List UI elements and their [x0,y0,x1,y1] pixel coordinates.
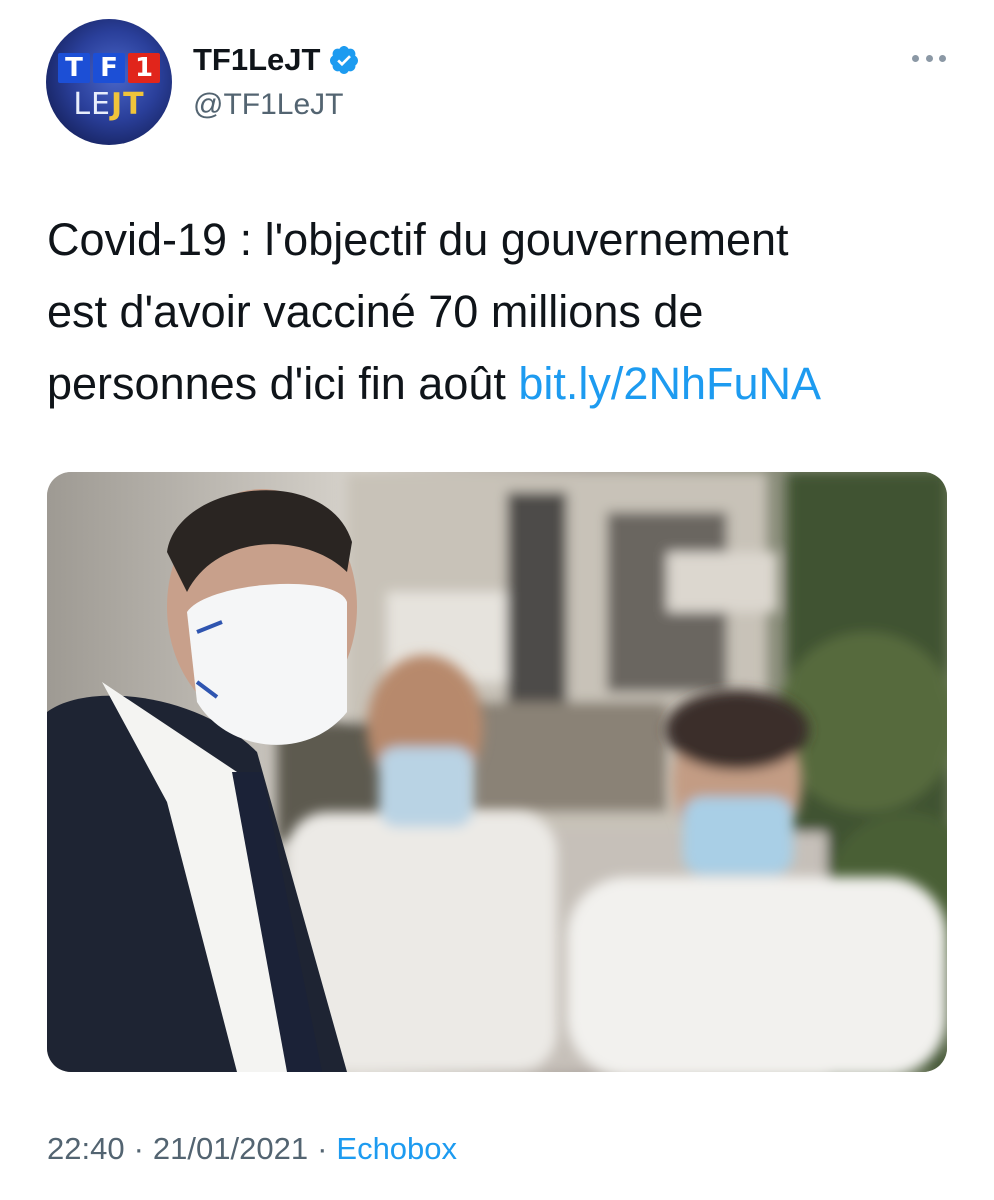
tweet-source[interactable]: Echobox [336,1131,457,1167]
avatar[interactable]: T F 1 LEJT [46,19,172,145]
separator: · [317,1131,328,1166]
separator: · [133,1131,144,1166]
handle[interactable]: @TF1LeJT [193,88,343,122]
display-name[interactable]: TF1LeJT [193,42,320,78]
verified-badge-icon [330,46,359,74]
author-name-row: TF1LeJT [193,40,360,80]
tweet-photo[interactable] [47,472,947,1072]
avatar-logo: T F 1 [58,53,160,83]
tweet-date[interactable]: 21/01/2021 [153,1131,308,1167]
photo-illustration [47,472,947,1072]
tweet-meta: 22:40 · 21/01/2021 · Echobox [47,1131,457,1167]
tweet[interactable]: T F 1 LEJT TF1LeJT @TF1LeJT Covid-19 : l… [0,0,994,1200]
tweet-text: Covid-19 : l'objectif du gouvernement es… [47,214,821,409]
tweet-link[interactable]: bit.ly/2NhFuNA [518,358,821,409]
avatar-caption: LEJT [73,87,145,122]
more-horizontal-icon[interactable] [912,43,946,73]
tweet-time[interactable]: 22:40 [47,1131,125,1167]
